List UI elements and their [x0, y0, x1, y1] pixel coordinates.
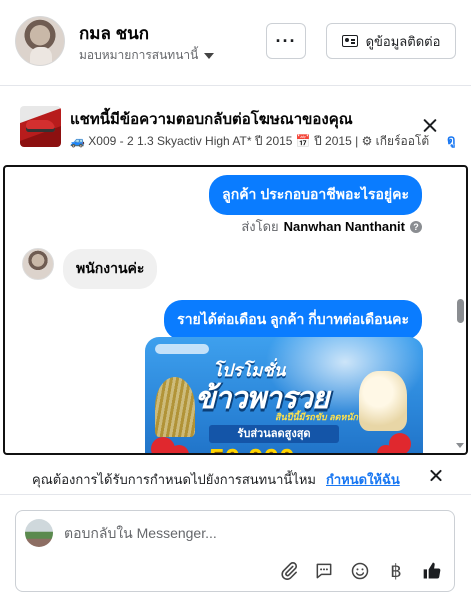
promo-discount-amount: 50,000.- [209, 443, 312, 453]
ad-reply-title: แชทนี้มีข้อความตอบกลับต่อโฆษณาของคุณ [70, 111, 353, 128]
promo-discount-label: รับส่วนลดสูงสุด [209, 425, 339, 443]
caret-down-icon [204, 53, 215, 59]
message-composer: ฿ [15, 510, 455, 592]
page-avatar [25, 519, 53, 547]
promo-logo [155, 344, 209, 354]
promo-image-message[interactable]: โปรโมชั่น ข้าวพารวย สินปีนี้มีรถขับ ลดหน… [145, 337, 423, 453]
contact-card-icon [341, 35, 358, 47]
close-icon[interactable] [420, 116, 440, 136]
ad-thumbnail [20, 106, 61, 147]
thread-scrollbar[interactable] [457, 299, 464, 323]
sent-by-name: Nanwhan Nanthanit [283, 219, 405, 234]
info-icon[interactable]: ? [410, 220, 422, 233]
assignment-reminder: คุณต้องการได้รับการกำหนดไปยังการสนทนานี้… [0, 457, 471, 495]
more-options-button[interactable]: ··· [266, 23, 306, 59]
ad-year: ปี 2015 [314, 134, 352, 148]
view-contact-label: ดูข้อมูลติดต่อ [365, 33, 441, 49]
sent-by-prefix: ส่งโดย [241, 219, 279, 234]
customer-name[interactable]: กมล ชนก [79, 20, 149, 47]
customer-avatar[interactable] [15, 16, 65, 66]
sent-by-info: ส่งโดย Nanwhan Nanthanit ? [241, 216, 422, 237]
assign-label: มอบหมายการสนทนานี้ [79, 48, 199, 62]
outgoing-message[interactable]: ลูกค้า ประกอบอาชีพอะไรอยู่คะ [209, 175, 422, 215]
scroll-down-arrow[interactable] [456, 443, 464, 448]
ad-gear: เกียร์ออโต้ [375, 134, 430, 148]
reminder-text: คุณต้องการได้รับการกำหนดไปยังการสนทนานี้… [32, 472, 316, 487]
assign-conversation-dropdown[interactable]: มอบหมายการสนทนานี้ [79, 46, 215, 65]
customer-avatar-small [22, 248, 54, 280]
ad-car-model: X009 - 2 1.3 Skyactiv High AT* ปี 2015 [88, 134, 293, 148]
promo-tagline: สินปีนี้มีรถขับ ลดหนัก [275, 412, 358, 422]
outgoing-message[interactable]: รายได้ต่อเดือน ลูกค้า กี่บาทต่อเดือนคะ [164, 300, 422, 340]
assign-to-me-link[interactable]: กำหนดให้ฉัน [326, 469, 400, 490]
car-icon: 🚙 [70, 134, 85, 148]
ad-view-link[interactable]: ดู [447, 129, 455, 150]
balloon-left [151, 437, 175, 453]
saved-reply-icon[interactable] [312, 559, 336, 583]
reply-input[interactable] [64, 517, 434, 549]
message-thread[interactable]: ลูกค้า ประกอบอาชีพอะไรอยู่คะ ส่งโดย Nanw… [3, 165, 468, 455]
more-icon: ··· [275, 30, 297, 51]
incoming-message[interactable]: พนักงานค่ะ [63, 249, 158, 289]
ad-subtitle: 🚙 X009 - 2 1.3 Skyactiv High AT* ปี 2015… [70, 134, 430, 148]
view-contact-button[interactable]: ดูข้อมูลติดต่อ [326, 23, 456, 59]
balloon-right [389, 433, 411, 453]
emoji-icon[interactable] [348, 559, 372, 583]
calendar-icon: 📅 [295, 134, 311, 148]
like-icon[interactable] [420, 559, 444, 583]
baht-icon[interactable]: ฿ [384, 559, 408, 583]
rice-sack-image [359, 371, 407, 431]
rice-grain-image [155, 377, 195, 437]
close-icon[interactable] [427, 467, 445, 485]
gear-icon: ⚙ [361, 134, 373, 148]
attach-icon[interactable] [277, 559, 301, 583]
conversation-header: กมล ชนก มอบหมายการสนทนานี้ ··· ดูข้อมูลต… [0, 0, 471, 86]
